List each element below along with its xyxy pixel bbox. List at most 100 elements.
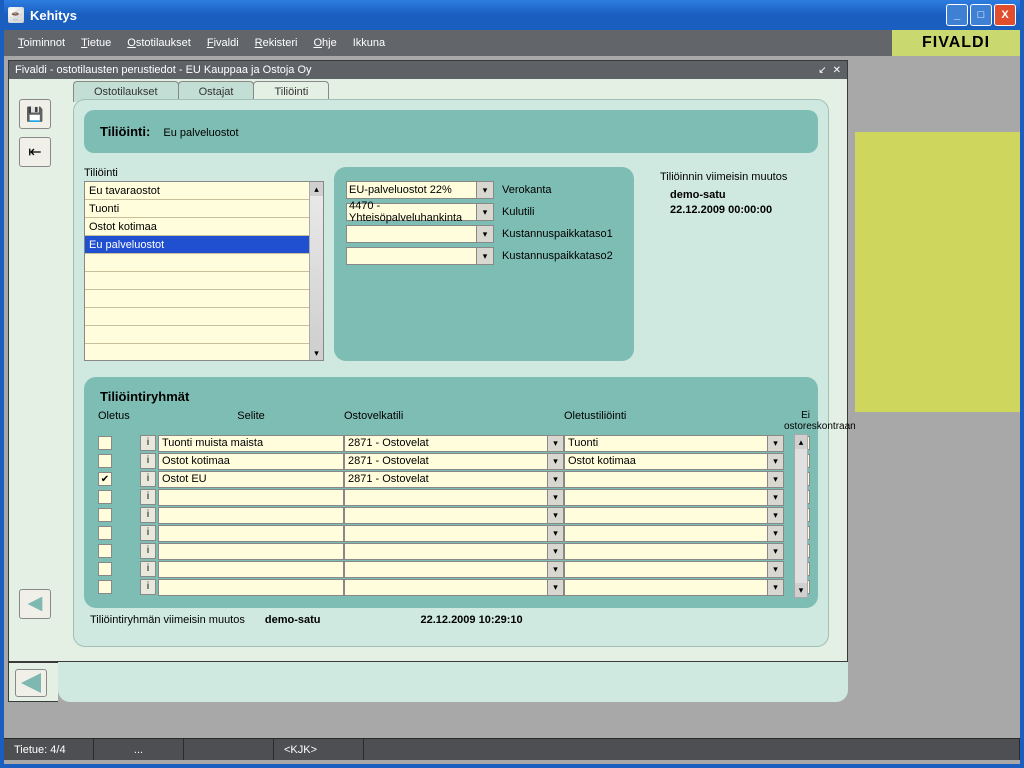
info-button[interactable]: i [140,525,156,541]
ostovelkatili-select[interactable]: 2871 - Ostovelat [344,453,564,470]
info-button[interactable]: i [140,507,156,523]
oletus-checkbox[interactable] [98,436,112,450]
tilointi-label: Tiliöinti [84,167,324,179]
oletustiliointi-select[interactable] [564,579,784,596]
list-item[interactable] [85,326,323,344]
ostovelkatili-select[interactable]: 2871 - Ostovelat [344,471,564,488]
list-item[interactable] [85,272,323,290]
menu-ikkuna[interactable]: Ikkuna [345,35,393,51]
ostovelkatili-select[interactable]: 2871 - Ostovelat [344,435,564,452]
scrollbar[interactable]: ▴▾ [309,182,323,360]
verokanta-label: Verokanta [502,184,622,196]
oletustiliointi-select[interactable]: Tuonti [564,435,784,452]
maximize-button[interactable]: □ [970,4,992,26]
arrow-icon[interactable] [15,669,47,697]
inner-window: Fivaldi - ostotilausten perustiedot - EU… [8,60,848,662]
oletus-checkbox[interactable] [98,580,112,594]
table-row: i [98,542,804,560]
kulutili-select[interactable]: 4470 - Yhteisöpalveluhankinta [346,203,494,221]
selite-cell[interactable] [158,525,344,542]
oletustiliointi-select[interactable] [564,543,784,560]
selite-cell[interactable] [158,543,344,560]
menu-rekisteri[interactable]: Rekisteri [247,35,306,51]
oletus-checkbox[interactable] [98,544,112,558]
main-panel: Tiliöinti: Eu palveluostot Tiliöinti Eu … [73,99,829,647]
window-controls: _ □ X [946,4,1016,26]
oletustiliointi-select[interactable] [564,489,784,506]
oletus-checkbox[interactable] [98,490,112,504]
list-item[interactable] [85,308,323,326]
menu-tietue[interactable]: Tietue [73,35,119,51]
footer-label: Tiliöintiryhmän viimeisin muutos [90,614,245,626]
minimize-button[interactable]: _ [946,4,968,26]
selite-cell[interactable]: Tuonti muista maista [158,435,344,452]
ostovelkatili-select[interactable] [344,489,564,506]
kp2-select[interactable] [346,247,494,265]
inner-titlebar: Fivaldi - ostotilausten perustiedot - EU… [9,61,847,79]
list-item[interactable] [85,290,323,308]
info-button[interactable]: i [140,579,156,595]
selite-cell[interactable]: Ostot EU [158,471,344,488]
java-icon: ☕ [8,7,24,23]
list-item[interactable]: Eu tavaraostot [85,182,323,200]
info-button[interactable]: i [140,471,156,487]
selite-cell[interactable] [158,579,344,596]
status-dots: ... [94,739,184,760]
list-item[interactable] [85,254,323,272]
scrollbar[interactable]: ▴▾ [794,434,808,598]
info-button[interactable]: i [140,453,156,469]
list-item[interactable] [85,344,323,361]
table-row: i [98,578,804,596]
selite-cell[interactable] [158,561,344,578]
save-button[interactable] [19,99,51,129]
ostovelkatili-select[interactable] [344,507,564,524]
tilointi-listbox[interactable]: Eu tavaraostot Tuonti Ostot kotimaa Eu p… [84,181,324,361]
kulutili-label: Kulutili [502,206,622,218]
list-item[interactable]: Ostot kotimaa [85,218,323,236]
window-title: Kehitys [30,8,77,23]
footer-timestamp: 22.12.2009 10:29:10 [420,614,522,626]
return-button[interactable] [19,137,51,167]
menu-fivaldi[interactable]: Fivaldi [199,35,247,51]
table-row: i [98,524,804,542]
table-row: iTuonti muista maista2871 - OstovelatTuo… [98,434,804,452]
oletustiliointi-select[interactable] [564,471,784,488]
info-button[interactable]: i [140,543,156,559]
footer-user: demo-satu [265,614,321,626]
ostovelkatili-select[interactable] [344,579,564,596]
info-button[interactable]: i [140,489,156,505]
ostovelkatili-select[interactable] [344,561,564,578]
oletus-checkbox[interactable] [98,454,112,468]
close-button[interactable]: X [994,4,1016,26]
status-filler [364,739,1020,760]
menu-ostotilaukset[interactable]: Ostotilaukset [119,35,199,51]
oletus-checkbox[interactable] [98,526,112,540]
oletustiliointi-select[interactable] [564,525,784,542]
oletustiliointi-select[interactable] [564,507,784,524]
ostovelkatili-select[interactable] [344,525,564,542]
table-row: iOstot kotimaa2871 - OstovelatOstot koti… [98,452,804,470]
menu-toiminnot[interactable]: Toiminnot [10,35,73,51]
oletus-checkbox[interactable] [98,562,112,576]
list-item[interactable]: Tuonti [85,200,323,218]
info-button[interactable]: i [140,435,156,451]
table-row: i [98,560,804,578]
inner-restore-icon[interactable]: ↙ [818,65,826,76]
info-button[interactable]: i [140,561,156,577]
arrow-button[interactable] [19,589,51,619]
selite-cell[interactable] [158,507,344,524]
list-item-selected[interactable]: Eu palveluostot [85,236,323,254]
selite-cell[interactable]: Ostot kotimaa [158,453,344,470]
inner-close-icon[interactable]: ✕ [833,65,841,76]
verokanta-select[interactable]: EU-palveluostot 22% [346,181,494,199]
menu-ohje[interactable]: Ohje [305,35,344,51]
oletus-checkbox[interactable] [98,508,112,522]
kp1-select[interactable] [346,225,494,243]
accent-block [855,132,1020,412]
oletus-checkbox[interactable] [98,472,112,486]
oletustiliointi-select[interactable] [564,561,784,578]
inner-window-title: Fivaldi - ostotilausten perustiedot - EU… [15,64,312,76]
selite-cell[interactable] [158,489,344,506]
oletustiliointi-select[interactable]: Ostot kotimaa [564,453,784,470]
ostovelkatili-select[interactable] [344,543,564,560]
